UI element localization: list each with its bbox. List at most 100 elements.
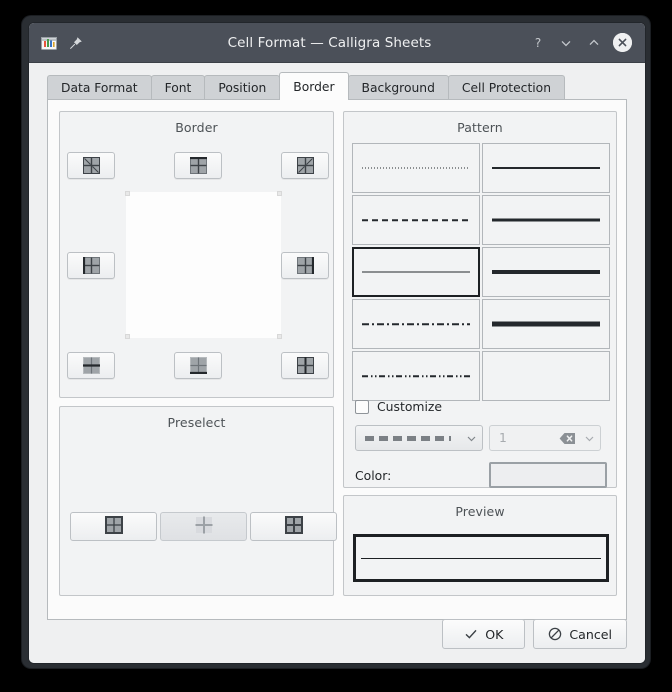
resize-handle-bottom-right [277, 334, 282, 339]
border-horizontal-inner-button[interactable] [67, 352, 115, 379]
spreadsheet-icon [40, 34, 58, 52]
tab-cell-protection[interactable]: Cell Protection [448, 75, 565, 100]
border-tab-panel: Border [47, 99, 627, 620]
chevron-down-icon [578, 433, 600, 444]
border-all-icon [285, 516, 303, 538]
preselect-group: Preselect [59, 406, 334, 596]
customize-checkbox[interactable] [355, 400, 369, 414]
pattern-line [362, 375, 470, 377]
cell-border-vertical-inner-icon [297, 357, 314, 374]
pattern-line [492, 322, 600, 327]
pattern-solid-hairline[interactable] [352, 247, 480, 297]
cell-border-left-icon [83, 257, 100, 274]
line-style-combo-value [356, 436, 460, 441]
window-title: Cell Format — Calligra Sheets [130, 35, 529, 51]
chevron-down-icon[interactable] [557, 34, 574, 51]
tab-font[interactable]: Font [151, 75, 206, 100]
border-vertical-inner-button[interactable] [281, 352, 329, 379]
pattern-solid-thick[interactable] [482, 247, 610, 297]
border-preview-box [353, 534, 609, 582]
preselect-none-button[interactable] [160, 512, 247, 541]
pattern-dotted[interactable] [352, 143, 480, 193]
border-bottom-button[interactable] [174, 352, 222, 379]
cell-border-right-icon [297, 257, 314, 274]
pattern-dashed[interactable] [352, 195, 480, 245]
pattern-line [362, 219, 470, 221]
dialog-footer: OK Cancel [442, 619, 627, 649]
cell-border-bottom-icon [190, 357, 207, 374]
pattern-group: Pattern [343, 111, 617, 488]
ok-button[interactable]: OK [442, 619, 525, 649]
svg-text:?: ? [534, 36, 540, 50]
pattern-none[interactable] [482, 351, 610, 401]
border-cell-preview[interactable] [126, 192, 281, 338]
chevron-down-icon [460, 433, 482, 444]
pattern-group-title: Pattern [344, 112, 616, 135]
pattern-dash-dot[interactable] [352, 299, 480, 349]
titlebar-left-icons [29, 34, 130, 52]
customize-label: Customize [377, 399, 442, 414]
border-diagonal-up-button[interactable] [281, 152, 329, 179]
resize-handle-bottom-left [125, 334, 130, 339]
pattern-line [362, 323, 470, 325]
line-width-spinbox[interactable]: 1 [489, 425, 601, 451]
line-width-value: 1 [490, 431, 559, 445]
close-icon[interactable] [613, 33, 632, 52]
pattern-line [492, 270, 600, 274]
no-entry-icon [548, 627, 562, 641]
check-icon [464, 627, 478, 641]
resize-handle-top-right [277, 191, 282, 196]
resize-handle-top-left [125, 191, 130, 196]
pattern-solid-thin[interactable] [482, 143, 610, 193]
customize-row: Customize [355, 399, 442, 414]
cancel-button-label: Cancel [569, 627, 612, 642]
tab-data-format[interactable]: Data Format [47, 75, 152, 100]
preselect-group-title: Preselect [60, 407, 333, 430]
preview-group-title: Preview [344, 496, 616, 519]
color-label: Color: [355, 468, 391, 483]
ok-button-label: OK [485, 627, 503, 642]
border-left-button[interactable] [67, 252, 115, 279]
dashed-line-preview-icon [365, 436, 451, 441]
tab-border[interactable]: Border [279, 72, 348, 100]
line-style-combo[interactable] [355, 425, 483, 451]
pattern-solid-extra-thick[interactable] [482, 299, 610, 349]
preview-line [361, 558, 601, 559]
chevron-up-icon[interactable] [585, 34, 602, 51]
pattern-line [492, 219, 600, 222]
cell-diagonal-up-icon [297, 157, 314, 174]
pattern-dash-dot-dot[interactable] [352, 351, 480, 401]
pattern-grid [352, 143, 610, 401]
border-editor-area [60, 112, 333, 397]
pattern-line [362, 272, 470, 273]
titlebar: Cell Format — Calligra Sheets ? [29, 23, 645, 63]
color-row: Color: [355, 462, 607, 488]
backspace-icon[interactable] [559, 432, 578, 445]
desktop-background: Cell Format — Calligra Sheets ? [0, 0, 672, 692]
dialog-body: Data Format Font Position Border Backgro… [29, 63, 645, 663]
preselect-all-button[interactable] [250, 512, 337, 541]
pattern-solid-medium[interactable] [482, 195, 610, 245]
preselect-outline-button[interactable] [70, 512, 157, 541]
tab-position[interactable]: Position [204, 75, 280, 100]
cell-diagonal-down-icon [83, 157, 100, 174]
pattern-line [362, 168, 470, 169]
cell-border-top-icon [190, 157, 207, 174]
help-button[interactable]: ? [529, 34, 546, 51]
border-right-button[interactable] [281, 252, 329, 279]
tab-background[interactable]: Background [348, 75, 449, 100]
border-inner-cross-icon [195, 516, 213, 538]
cancel-button[interactable]: Cancel [533, 619, 627, 649]
window-controls: ? [529, 33, 645, 52]
cell-border-horizontal-inner-icon [83, 357, 100, 374]
preview-group: Preview [343, 495, 617, 596]
border-outline-icon [105, 516, 123, 538]
border-top-button[interactable] [174, 152, 222, 179]
pattern-line [492, 167, 600, 169]
cell-format-dialog: Cell Format — Calligra Sheets ? [28, 22, 646, 664]
border-group: Border [59, 111, 334, 398]
pin-icon[interactable] [68, 35, 84, 51]
color-swatch-button[interactable] [489, 462, 607, 488]
tab-bar: Data Format Font Position Border Backgro… [47, 72, 627, 100]
border-diagonal-down-button[interactable] [67, 152, 115, 179]
